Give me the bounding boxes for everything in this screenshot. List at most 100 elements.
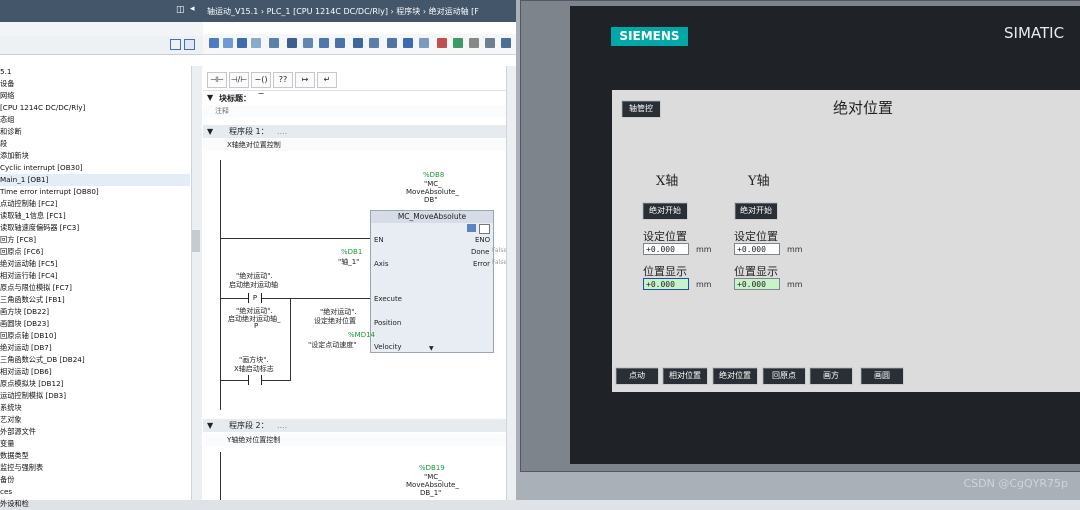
network1-header[interactable]: ▼ 程序段 1： .... bbox=[203, 125, 516, 138]
tree-item[interactable]: 数据类型 bbox=[0, 450, 29, 462]
collapse-icon[interactable]: ◫ bbox=[176, 5, 185, 15]
tree-item[interactable]: Time error interrupt [OB80] bbox=[0, 186, 99, 198]
tree-item[interactable]: 运动控制模拟 [DB3] bbox=[0, 390, 66, 402]
tree-item[interactable]: [CPU 1214C DC/DC/Rly] bbox=[0, 102, 85, 114]
network1-title[interactable]: X轴绝对位置控制 bbox=[203, 139, 516, 151]
tool-icon[interactable] bbox=[251, 38, 261, 48]
nav-absolute-button[interactable]: 绝对位置 bbox=[712, 367, 758, 385]
contact1-symbol[interactable]: P bbox=[248, 293, 262, 303]
tool-icon[interactable] bbox=[453, 38, 463, 48]
network1-dots: .... bbox=[277, 127, 288, 136]
tree-item[interactable]: 相对运动 [DB6] bbox=[0, 366, 52, 378]
tree-item[interactable]: 画圆块 [DB23] bbox=[0, 318, 49, 330]
collapse-arrow-icon[interactable]: ▼ bbox=[207, 93, 213, 102]
tree-item[interactable]: 5.1 bbox=[0, 66, 11, 78]
help-icon[interactable] bbox=[479, 224, 490, 234]
tree-item[interactable]: 三角函数公式_DB [DB24] bbox=[0, 354, 85, 366]
power-rail bbox=[220, 160, 221, 410]
nav-jog-button[interactable]: 点动 bbox=[615, 367, 659, 385]
tree-item[interactable]: 原点模拟块 [DB12] bbox=[0, 378, 63, 390]
tool-icon[interactable] bbox=[387, 38, 397, 48]
network2-header[interactable]: ▼ 程序段 2： .... bbox=[203, 419, 516, 432]
tool-icon[interactable] bbox=[353, 38, 363, 48]
tree-item[interactable]: 备份 bbox=[0, 474, 14, 486]
y-start-button[interactable]: 绝对开始 bbox=[734, 202, 778, 220]
network2-label: 程序段 2： bbox=[229, 421, 269, 430]
tree-item[interactable]: 网络 bbox=[0, 90, 14, 102]
tool-icon[interactable] bbox=[223, 38, 233, 48]
tree-item[interactable]: Cyclic interrupt [OB30] bbox=[0, 162, 83, 174]
tree-item[interactable]: 绝对运动轴 [FC5] bbox=[0, 258, 58, 270]
collapse-arrow-icon[interactable]: ▼ bbox=[207, 125, 213, 138]
tree-item[interactable]: 读取轴速度偏码器 [FC3] bbox=[0, 222, 79, 234]
velocity-name: "设定点动速度" bbox=[308, 341, 357, 349]
tree-scrollbar[interactable] bbox=[191, 66, 202, 500]
nav-relative-button[interactable]: 相对位置 bbox=[662, 367, 708, 385]
tree-item[interactable]: 系统块 bbox=[0, 402, 22, 414]
project-tree: ◫ ◂ 5.1 设备 网络 [CPU 1214C DC/DC/Rly] 态组 和诊断段添加… bbox=[0, 0, 204, 508]
mc-moveabsolute-block[interactable]: MC_MoveAbsolute EN ENO Axis Done Error E… bbox=[370, 210, 494, 353]
tree-item[interactable]: 点动控制轴 [FC2] bbox=[0, 198, 58, 210]
tool-icon[interactable] bbox=[237, 38, 247, 48]
nav-circle-button[interactable]: 画圆 bbox=[860, 367, 904, 385]
tree-item[interactable]: 绝对运动 [DB7] bbox=[0, 342, 52, 354]
list-view-icon[interactable] bbox=[184, 39, 195, 50]
tree-item[interactable]: 回原点 [FC6] bbox=[0, 246, 43, 258]
nc-contact-button[interactable]: ⊣/⊢ bbox=[229, 72, 249, 88]
collapse-arrow-icon[interactable]: ▼ bbox=[207, 419, 213, 432]
tool-icon[interactable] bbox=[419, 38, 429, 48]
close-branch-button[interactable]: ↵ bbox=[317, 72, 337, 88]
tree-item[interactable]: 添加新块 bbox=[0, 150, 29, 162]
tree-item[interactable]: 画方块 [DB22] bbox=[0, 306, 49, 318]
tree-item[interactable]: 和诊断 bbox=[0, 126, 22, 138]
pin-icon[interactable]: ◂ bbox=[190, 4, 195, 14]
grid-view-icon[interactable] bbox=[170, 39, 181, 50]
coil-button[interactable]: −()− bbox=[251, 72, 271, 98]
tree-item[interactable]: 段 bbox=[0, 138, 7, 150]
x-set-input[interactable]: +0.000 bbox=[643, 243, 689, 255]
tool-icon[interactable] bbox=[335, 38, 345, 48]
back-button[interactable]: 轴管控 bbox=[621, 100, 661, 118]
tree-item[interactable]: 相对运行轴 [FC4] bbox=[0, 270, 58, 282]
block-icon[interactable] bbox=[467, 224, 476, 232]
tree-item[interactable]: 读取轴_1信息 [FC1] bbox=[0, 210, 66, 222]
tool-icon[interactable] bbox=[501, 38, 511, 48]
tool-icon[interactable] bbox=[369, 38, 379, 48]
tool-icon[interactable] bbox=[319, 38, 329, 48]
tool-icon[interactable] bbox=[303, 38, 313, 48]
tree-item[interactable]: 变量 bbox=[0, 438, 14, 450]
x-start-button[interactable]: 绝对开始 bbox=[642, 202, 688, 220]
tree-item[interactable]: ces bbox=[0, 486, 12, 498]
db19-sub1: "MC_ bbox=[424, 473, 442, 481]
tool-icon[interactable] bbox=[269, 38, 279, 48]
tree-item[interactable]: 外部源文件 bbox=[0, 426, 36, 438]
tree-item[interactable]: 态组 bbox=[0, 114, 14, 126]
tree-item[interactable]: 设备 bbox=[0, 78, 14, 90]
tool-icon[interactable] bbox=[209, 38, 219, 48]
tree-item[interactable]: 三角函数公式 [FB1] bbox=[0, 294, 65, 306]
position-in-line2: 设定绝对位置 bbox=[314, 317, 356, 325]
tool-icon[interactable] bbox=[437, 38, 447, 48]
open-branch-button[interactable]: ↦ bbox=[295, 72, 315, 88]
tree-item[interactable]: 艺对象 bbox=[0, 414, 22, 426]
tree-item[interactable]: 监控与强制表 bbox=[0, 462, 43, 474]
block-comment[interactable]: 注释 bbox=[203, 105, 516, 117]
empty-box-button[interactable]: ?? bbox=[273, 72, 293, 88]
tool-icon[interactable] bbox=[287, 38, 297, 48]
tool-icon[interactable] bbox=[403, 38, 413, 48]
tool-icon[interactable] bbox=[485, 38, 495, 48]
tree-titlebar: ◫ ◂ bbox=[0, 0, 203, 22]
tool-icon[interactable] bbox=[469, 38, 479, 48]
nav-square-button[interactable]: 画方 bbox=[809, 367, 853, 385]
y-set-input[interactable]: +0.000 bbox=[734, 243, 780, 255]
network2-title[interactable]: Y轴绝对位置控制 bbox=[203, 434, 516, 446]
nav-home-button[interactable]: 回原点 bbox=[762, 367, 806, 385]
tree-item[interactable]: 原点与限位模拟 [FC7] bbox=[0, 282, 72, 294]
tree-item[interactable]: 回原点轴 [DB10] bbox=[0, 330, 56, 342]
tree-item[interactable]: 回方 [FC8] bbox=[0, 234, 36, 246]
expand-arrow-icon[interactable]: ▼ bbox=[429, 345, 434, 352]
contact3-symbol[interactable] bbox=[248, 375, 262, 385]
tree-scrollbar-thumb[interactable] bbox=[192, 230, 200, 252]
tree-item[interactable]: Main_1 [OB1] bbox=[0, 174, 190, 186]
no-contact-button[interactable]: ⊣⊢ bbox=[207, 72, 227, 88]
